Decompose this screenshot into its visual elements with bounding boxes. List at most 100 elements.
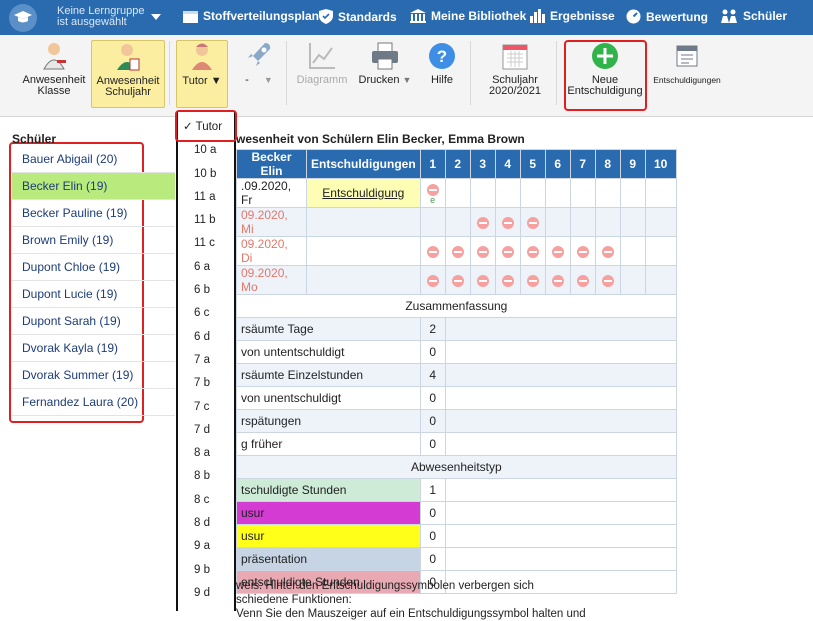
hilfe-button[interactable]: ? Hilfe [424,41,460,86]
excuse-link[interactable]: Entschuldigung [306,178,421,208]
dropdown-item[interactable]: 8 d [178,512,234,535]
dropdown-item[interactable]: 6 c [178,302,234,325]
nav-label: Stoffverteilungsplan [203,9,320,23]
absence-marker-icon[interactable] [576,274,589,287]
dropdown-item[interactable]: 6 b [178,279,234,302]
dropdown-item[interactable]: 7 c [178,396,234,419]
summary-value: 2 [419,317,446,341]
excuse-cell[interactable] [306,265,421,295]
dropdown-item[interactable]: 11 a [178,186,234,209]
student-item[interactable]: Fernandez Laura (20) [12,389,175,416]
entschuldigungen-button[interactable]: Entschuldigungen [652,41,722,86]
chevron-down-icon[interactable] [151,14,161,20]
bar-chart-icon [530,9,545,23]
absence-marker-icon[interactable] [451,245,464,258]
type-row: usur 0 [236,501,677,525]
anwesenheit-klasse-button[interactable]: Anwesenheit Klasse [18,41,90,97]
nav-schueler[interactable]: Schüler [720,9,787,23]
dropdown-item[interactable]: 6 d [178,326,234,349]
drucken-button[interactable]: Drucken ▼ [357,41,413,86]
label: Klasse [37,85,71,97]
absence-marker-icon[interactable] [601,245,614,258]
summary-row: rsäumte Einzelstunden 4 [236,363,677,387]
absence-marker-icon[interactable] [601,274,614,287]
nav-meine-bibliothek[interactable]: Meine Bibliothek [410,9,526,23]
summary-header: Zusammenfassung [236,294,677,318]
dropdown-item[interactable]: 7 b [178,372,234,395]
summary-label: rsäumte Einzelstunden [236,363,421,387]
absence-marker-icon[interactable] [426,274,439,287]
summary-value: 0 [419,409,446,433]
schuljahr-button[interactable]: Schuljahr 2020/2021 [480,41,550,97]
excuse-cell[interactable] [306,236,421,266]
absence-marker-icon[interactable] [501,216,514,229]
absence-marker-icon[interactable] [426,183,439,196]
column-header-period: 3 [469,149,496,179]
tutor-label: Tutor [182,75,208,87]
student-list-header: Schüler [12,132,57,146]
rocket-dropdown-button[interactable]: - ▼ [238,41,280,86]
absence-marker-icon[interactable] [551,245,564,258]
excuse-cell[interactable] [306,207,421,237]
student-item[interactable]: Bauer Abigail (20) [12,146,175,173]
type-label: präsentation [236,547,421,571]
dropdown-item[interactable]: 10 b [178,163,234,186]
absence-marker-icon[interactable] [576,245,589,258]
absence-cell[interactable]: e [419,178,446,208]
diagramm-button[interactable]: Diagramm [296,41,348,86]
tutor-dropdown-button[interactable]: Tutor ▼ [176,40,228,108]
graduation-cap-icon[interactable] [9,4,37,32]
absence-marker-icon[interactable] [451,274,464,287]
absence-marker-icon[interactable] [526,245,539,258]
type-row: präsentation 0 [236,547,677,571]
caret-down-icon: ▼ [263,75,273,85]
dropdown-item[interactable]: 10 a [178,139,234,162]
student-item[interactable]: Brown Emily (19) [12,227,175,254]
absence-marker-icon[interactable] [476,274,489,287]
absence-marker-icon[interactable] [476,245,489,258]
table-row: 09.2020, Mi [236,207,677,237]
label: 2020/2021 [489,85,541,97]
absence-marker-icon[interactable] [551,274,564,287]
calendar-icon [502,44,528,70]
nav-ergebnisse[interactable]: Ergebnisse [530,9,615,23]
dropdown-item[interactable]: 8 b [178,465,234,488]
nav-label: Ergebnisse [550,9,615,23]
type-row: usur 0 [236,524,677,548]
absence-marker-icon[interactable] [501,245,514,258]
group-selector[interactable]: Keine Lerngruppe ist ausgewählt [57,6,144,28]
absence-marker-icon[interactable] [501,274,514,287]
dropdown-item[interactable]: 9 a [178,535,234,558]
nav-bewertung[interactable]: Bewertung [626,9,708,24]
absence-marker-icon[interactable] [526,274,539,287]
student-item[interactable]: Dupont Chloe (19) [12,254,175,281]
caret-down-icon: ▼ [402,75,412,85]
dropdown-item[interactable]: 7 d [178,419,234,442]
dropdown-item[interactable]: 11 c [178,232,234,255]
student-item[interactable]: Dupont Sarah (19) [12,308,175,335]
table-row: .09.2020, Fr Entschuldigung e [236,178,677,208]
student-item[interactable]: Dupont Lucie (19) [12,281,175,308]
absence-marker-icon[interactable] [476,216,489,229]
dropdown-item[interactable]: 9 b [178,559,234,582]
student-item[interactable]: Becker Pauline (19) [12,200,175,227]
dropdown-item[interactable]: 11 b [178,209,234,232]
absence-marker-icon[interactable] [526,216,539,229]
table-row: 09.2020, Di [236,236,677,266]
nav-stoffverteilungsplan[interactable]: Stoffverteilungsplan [183,9,319,23]
dropdown-item[interactable]: 7 a [178,349,234,372]
nav-standards[interactable]: Standards [319,9,397,24]
student-item-selected[interactable]: Becker Elin (19) [12,173,175,200]
absence-marker-icon[interactable] [426,245,439,258]
dropdown-item[interactable]: 8 a [178,442,234,465]
dropdown-item[interactable]: 8 c [178,489,234,512]
student-item[interactable]: Dvorak Kayla (19) [12,335,175,362]
dropdown-item[interactable]: 9 d [178,582,234,605]
dropdown-item[interactable]: 6 a [178,256,234,279]
anwesenheit-schuljahr-button[interactable]: Anwesenheit Schuljahr [91,40,165,108]
student-item[interactable]: Dvorak Summer (19) [12,362,175,389]
label: - ▼ [238,75,280,86]
shield-icon [319,9,333,24]
type-value: 0 [419,547,446,571]
nav-label: Standards [338,9,397,24]
